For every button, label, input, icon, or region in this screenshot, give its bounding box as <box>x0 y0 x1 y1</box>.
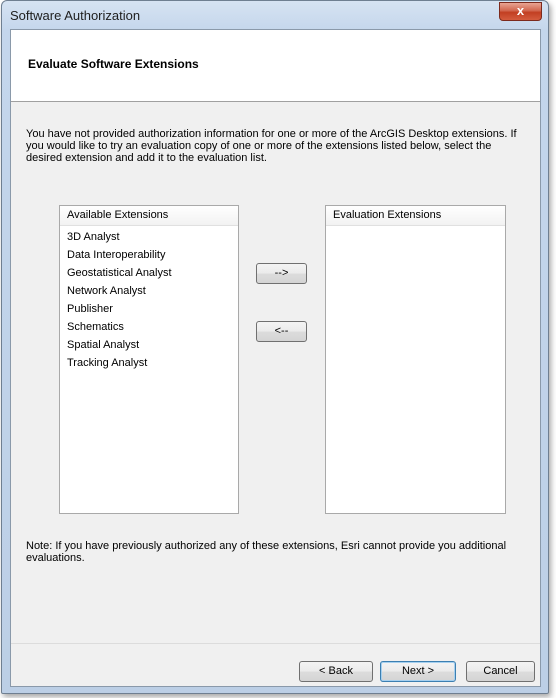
list-item-spatial-analyst[interactable]: Spatial Analyst <box>60 336 238 354</box>
dialog-window: Software Authorization x Evaluate Softwa… <box>1 0 549 694</box>
list-item-tracking-analyst[interactable]: Tracking Analyst <box>60 354 238 372</box>
list-item-data-interoperability[interactable]: Data Interoperability <box>60 246 238 264</box>
window-title: Software Authorization <box>10 8 141 23</box>
available-extensions-list[interactable]: Available Extensions 3D Analyst Data Int… <box>59 205 239 514</box>
list-item-network-analyst[interactable]: Network Analyst <box>60 282 238 300</box>
add-extension-button[interactable]: --> <box>256 263 307 284</box>
list-item-schematics[interactable]: Schematics <box>60 318 238 336</box>
evaluation-extensions-header: Evaluation Extensions <box>326 206 505 226</box>
intro-text: You have not provided authorization info… <box>26 128 517 164</box>
next-button[interactable]: Next > <box>380 661 456 682</box>
back-button[interactable]: < Back <box>299 661 373 682</box>
list-item-3d-analyst[interactable]: 3D Analyst <box>60 228 238 246</box>
remove-extension-button[interactable]: <-- <box>256 321 307 342</box>
close-button[interactable]: x <box>499 2 542 21</box>
note-text: Note: If you have previously authorized … <box>26 540 507 564</box>
cancel-button[interactable]: Cancel <box>466 661 535 682</box>
header-band: Evaluate Software Extensions <box>11 30 540 102</box>
list-item-publisher[interactable]: Publisher <box>60 300 238 318</box>
list-item-geostatistical-analyst[interactable]: Geostatistical Analyst <box>60 264 238 282</box>
bottom-separator <box>11 643 540 644</box>
available-extensions-header: Available Extensions <box>60 206 238 226</box>
close-icon: x <box>516 3 525 18</box>
page-title: Evaluate Software Extensions <box>28 57 199 71</box>
dialog-client-area: Evaluate Software Extensions You have no… <box>10 29 541 687</box>
evaluation-extensions-list[interactable]: Evaluation Extensions <box>325 205 506 514</box>
